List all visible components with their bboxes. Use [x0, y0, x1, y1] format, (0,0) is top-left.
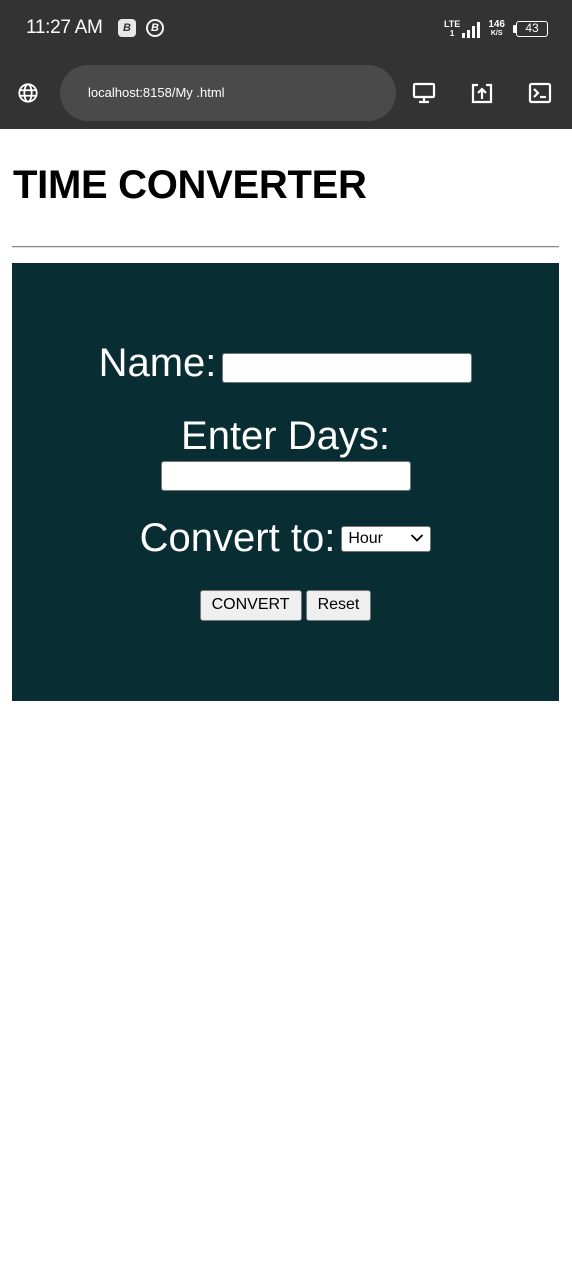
reset-button[interactable]: Reset [305, 590, 372, 621]
share-icon[interactable] [470, 82, 494, 104]
convert-row: Convert to: Hour [12, 516, 559, 561]
convert-unit-select[interactable]: Hour [341, 525, 432, 552]
convert-unit-selected: Hour [348, 529, 384, 547]
network-sub: 1 [449, 29, 455, 38]
network-type: LTE [443, 19, 461, 29]
browser-toolbar: localhost:8158/My .html [0, 58, 572, 129]
battery-icon: 43 [513, 21, 548, 37]
status-time: 11:27 AM [26, 17, 103, 38]
speed-value: 146 [488, 19, 505, 30]
converter-form-panel: Name: Enter Days: Convert to: Hour CONVE… [12, 263, 559, 701]
globe-icon[interactable] [17, 82, 39, 104]
days-label: Enter Days: [181, 414, 390, 458]
status-bar: 11:27 AM B B LTE 1 146 K/S 43 [0, 0, 572, 58]
convert-button[interactable]: CONVERT [199, 590, 302, 621]
chevron-down-icon [411, 533, 424, 542]
network-type-icon: LTE 1 [443, 19, 481, 38]
page-title: TIME CONVERTER [13, 163, 367, 207]
name-input[interactable] [222, 353, 473, 383]
url-text: localhost:8158/My .html [88, 85, 225, 100]
notification-icon: B [118, 19, 136, 37]
speed-unit: K/S [490, 30, 503, 37]
days-input-row [12, 461, 559, 491]
divider [12, 246, 559, 248]
desktop-icon[interactable] [412, 82, 436, 104]
status-indicators: LTE 1 146 K/S 43 [444, 18, 548, 40]
address-bar[interactable]: localhost:8158/My .html [60, 65, 396, 121]
days-input[interactable] [160, 461, 411, 491]
convert-label: Convert to: [139, 516, 336, 560]
button-row: CONVERT Reset [12, 590, 559, 621]
name-row: Name: [12, 341, 559, 386]
network-speed: 146 K/S [488, 20, 505, 38]
name-label: Name: [98, 341, 217, 385]
notification-icon: B [146, 19, 164, 37]
signal-icon [462, 22, 481, 38]
battery-level: 43 [516, 21, 548, 37]
days-label-row: Enter Days: [12, 414, 559, 459]
console-icon[interactable] [528, 82, 552, 104]
